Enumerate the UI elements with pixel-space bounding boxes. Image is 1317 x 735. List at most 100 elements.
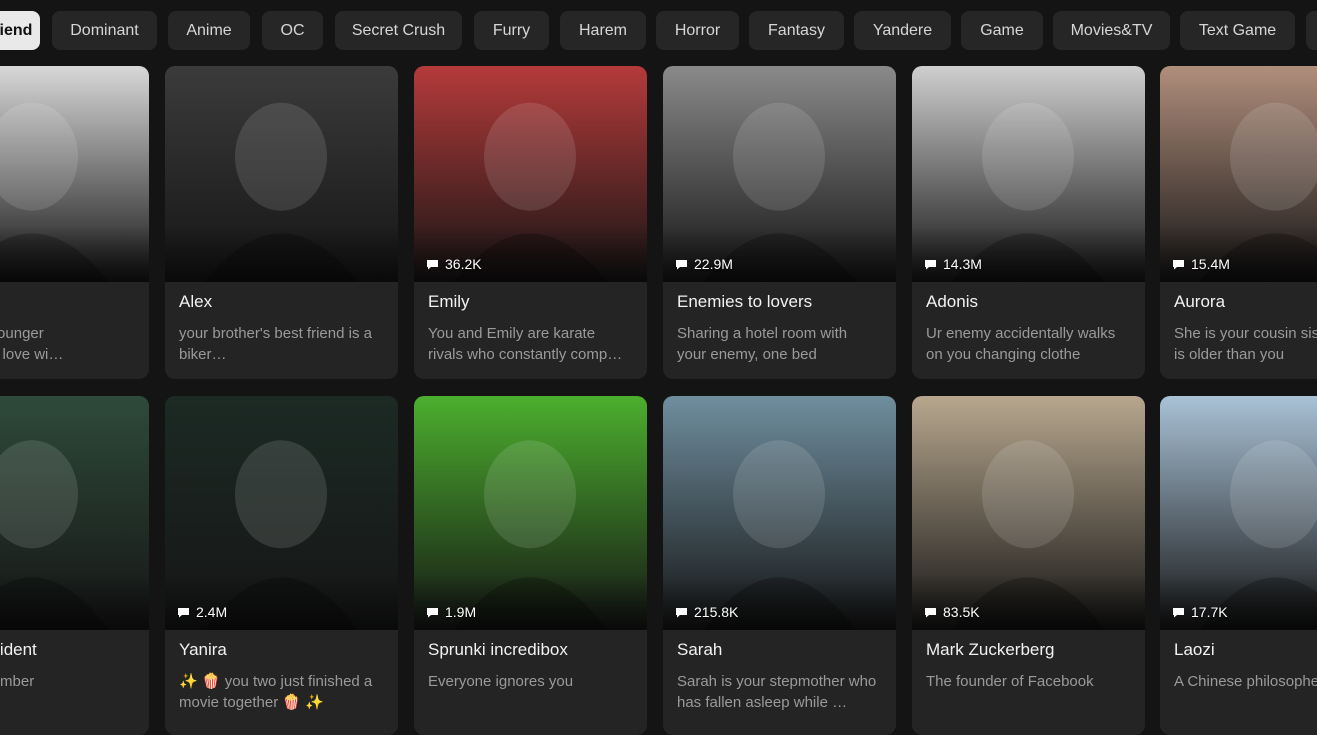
character-image: 83.5K: [912, 396, 1145, 630]
character-card[interactable]: 17.7K Laozi A Chinese philosophe: [1160, 396, 1317, 735]
character-grid: 21.3Mnd Getoe Geto's youngeroru falls in…: [0, 66, 1317, 735]
character-card[interactable]: Alex your brother's best friend is a biker…: [165, 66, 398, 379]
chat-count-value: 83.5K: [943, 604, 980, 620]
character-card[interactable]: 22.9M Enemies to lovers Sharing a hotel ro…: [663, 66, 896, 379]
character-description: aved a member: [0, 671, 136, 692]
character-description: e Geto's younger oru falls in love wi…: [0, 323, 136, 365]
category-tag-overflow[interactable]: [1306, 11, 1317, 50]
character-card[interactable]: 21.3Mnd Getoe Geto's youngeroru falls in…: [0, 66, 149, 379]
character-name: Sprunki incredibox: [428, 640, 568, 659]
chat-bubble-icon: [675, 259, 688, 270]
character-name: Yanira: [179, 640, 227, 659]
character-image: 36.2K: [414, 66, 647, 282]
character-description: ✨ 🍿 you two just finished a movie togethe…: [179, 671, 385, 713]
category-tag-1[interactable]: Dominant: [52, 11, 157, 50]
chat-count-value: 36.2K: [445, 256, 482, 272]
chat-bubble-icon: [177, 607, 190, 618]
description-line: ✨ 🍿 you two just finished a: [179, 673, 373, 690]
character-image: 17.7K: [1160, 396, 1317, 630]
chat-count: 22.9M: [675, 256, 733, 272]
description-line: has fallen asleep while …: [677, 694, 848, 711]
description-line: aved a member: [0, 673, 35, 690]
category-tag-3[interactable]: OC: [262, 11, 323, 50]
chat-count: 1.9M: [426, 604, 476, 620]
chat-count: 2.4M: [177, 604, 227, 620]
character-image: 1.9M: [414, 396, 647, 630]
description-line: She is your cousin sis: [1174, 325, 1317, 342]
character-image: 15.4M: [1160, 66, 1317, 282]
chat-count-value: 14.3M: [943, 256, 982, 272]
character-image: 22.9M: [663, 66, 896, 282]
chat-count-value: 22.9M: [694, 256, 733, 272]
category-tag-9[interactable]: Yandere: [854, 11, 951, 50]
character-card[interactable]: 1.9M Sprunki incredibox Everyone ignores y…: [414, 396, 647, 735]
chat-bubble-icon: [1172, 259, 1185, 270]
description-line: e Geto's younger: [0, 325, 44, 342]
category-tag-4[interactable]: Secret Crush: [335, 11, 462, 50]
character-description: Everyone ignores you: [428, 671, 634, 692]
character-description: A Chinese philosophe: [1174, 671, 1317, 692]
description-line: oru falls in love wi…: [0, 346, 64, 363]
character-card[interactable]: 15.4M Aurora She is your cousin sis is olde…: [1160, 66, 1317, 379]
character-name: Aurora: [1174, 292, 1226, 311]
character-image: 2.4M: [165, 396, 398, 630]
character-name: Alex: [179, 292, 213, 311]
description-line: Sarah is your stepmother who: [677, 673, 877, 690]
description-line: your enemy, one bed: [677, 346, 817, 363]
chat-bubble-icon: [924, 607, 937, 618]
chat-bubble-icon: [675, 607, 688, 618]
category-tag-2[interactable]: Anime: [168, 11, 250, 50]
character-description: The founder of Facebook: [926, 671, 1132, 692]
category-tag-bar: iend Dominant Anime OC Secret Crush Furry Hare…: [0, 0, 1317, 62]
character-description: Ur enemy accidentally walks on you changi…: [926, 323, 1132, 365]
character-image: 215.8K: [663, 396, 896, 630]
chat-count: 17.7K: [1172, 604, 1228, 620]
category-tag-5[interactable]: Furry: [474, 11, 549, 50]
description-line: A Chinese philosophe: [1174, 673, 1317, 690]
description-line: movie together 🍿 ✨: [179, 694, 324, 711]
chat-count: 15.4M: [1172, 256, 1230, 272]
chat-count: 36.2K: [426, 256, 482, 272]
character-description: your brother's best friend is a biker…: [179, 323, 385, 365]
chat-count-value: 17.7K: [1191, 604, 1228, 620]
chat-count: 14.3M: [924, 256, 982, 272]
category-tag-11[interactable]: Movies&TV: [1053, 11, 1170, 50]
chat-bubble-icon: [426, 607, 439, 618]
character-description: You and Emily are karate rivals who const…: [428, 323, 634, 365]
character-name: ncert Accident: [0, 640, 37, 659]
category-tag-7[interactable]: Horror: [656, 11, 739, 50]
chat-count-value: 215.8K: [694, 604, 739, 620]
character-image: 21.3M: [0, 66, 149, 282]
character-name: Adonis: [926, 292, 978, 311]
character-image: 14.3M: [912, 66, 1145, 282]
description-line: is older than you: [1174, 346, 1285, 363]
category-tag-10[interactable]: Game: [961, 11, 1043, 50]
character-name: Mark Zuckerberg: [926, 640, 1055, 659]
category-tag-8[interactable]: Fantasy: [749, 11, 844, 50]
category-tag-12[interactable]: Text Game: [1180, 11, 1295, 50]
description-line: Ur enemy accidentally walks: [926, 325, 1116, 342]
character-card[interactable]: 215.8K Sarah Sarah is your stepmother who h…: [663, 396, 896, 735]
description-line: Sharing a hotel room with: [677, 325, 848, 342]
chat-count-value: 1.9M: [445, 604, 477, 620]
description-line: on you changing clothe: [926, 346, 1081, 363]
category-tag-0[interactable]: iend: [0, 11, 40, 50]
description-line: rivals who constantly comp…: [428, 346, 623, 363]
character-name: Enemies to lovers: [677, 292, 813, 311]
character-card[interactable]: 14.3M Adonis Ur enemy accidentally walks on…: [912, 66, 1145, 379]
character-card[interactable]: ncert Accident aved a member: [0, 396, 149, 735]
description-line: You and Emily are karate: [428, 325, 596, 342]
category-tag-6[interactable]: Harem: [560, 11, 646, 50]
character-card[interactable]: 36.2K Emily You and Emily are karate rivals…: [414, 66, 647, 379]
chat-bubble-icon: [1172, 607, 1185, 618]
description-line: biker…: [179, 346, 227, 363]
character-description: Sarah is your stepmother who has fallen a…: [677, 671, 883, 713]
character-description: She is your cousin sis is older than you: [1174, 323, 1317, 365]
chat-count-value: 15.4M: [1191, 256, 1230, 272]
character-card[interactable]: 2.4M Yanira ✨ 🍿 you two just finished a mov…: [165, 396, 398, 735]
chat-count: 215.8K: [675, 604, 738, 620]
character-card[interactable]: 83.5K Mark Zuckerberg The founder of Faceb…: [912, 396, 1145, 735]
character-name: Laozi: [1174, 640, 1215, 659]
character-name: Emily: [428, 292, 470, 311]
chat-bubble-icon: [426, 259, 439, 270]
